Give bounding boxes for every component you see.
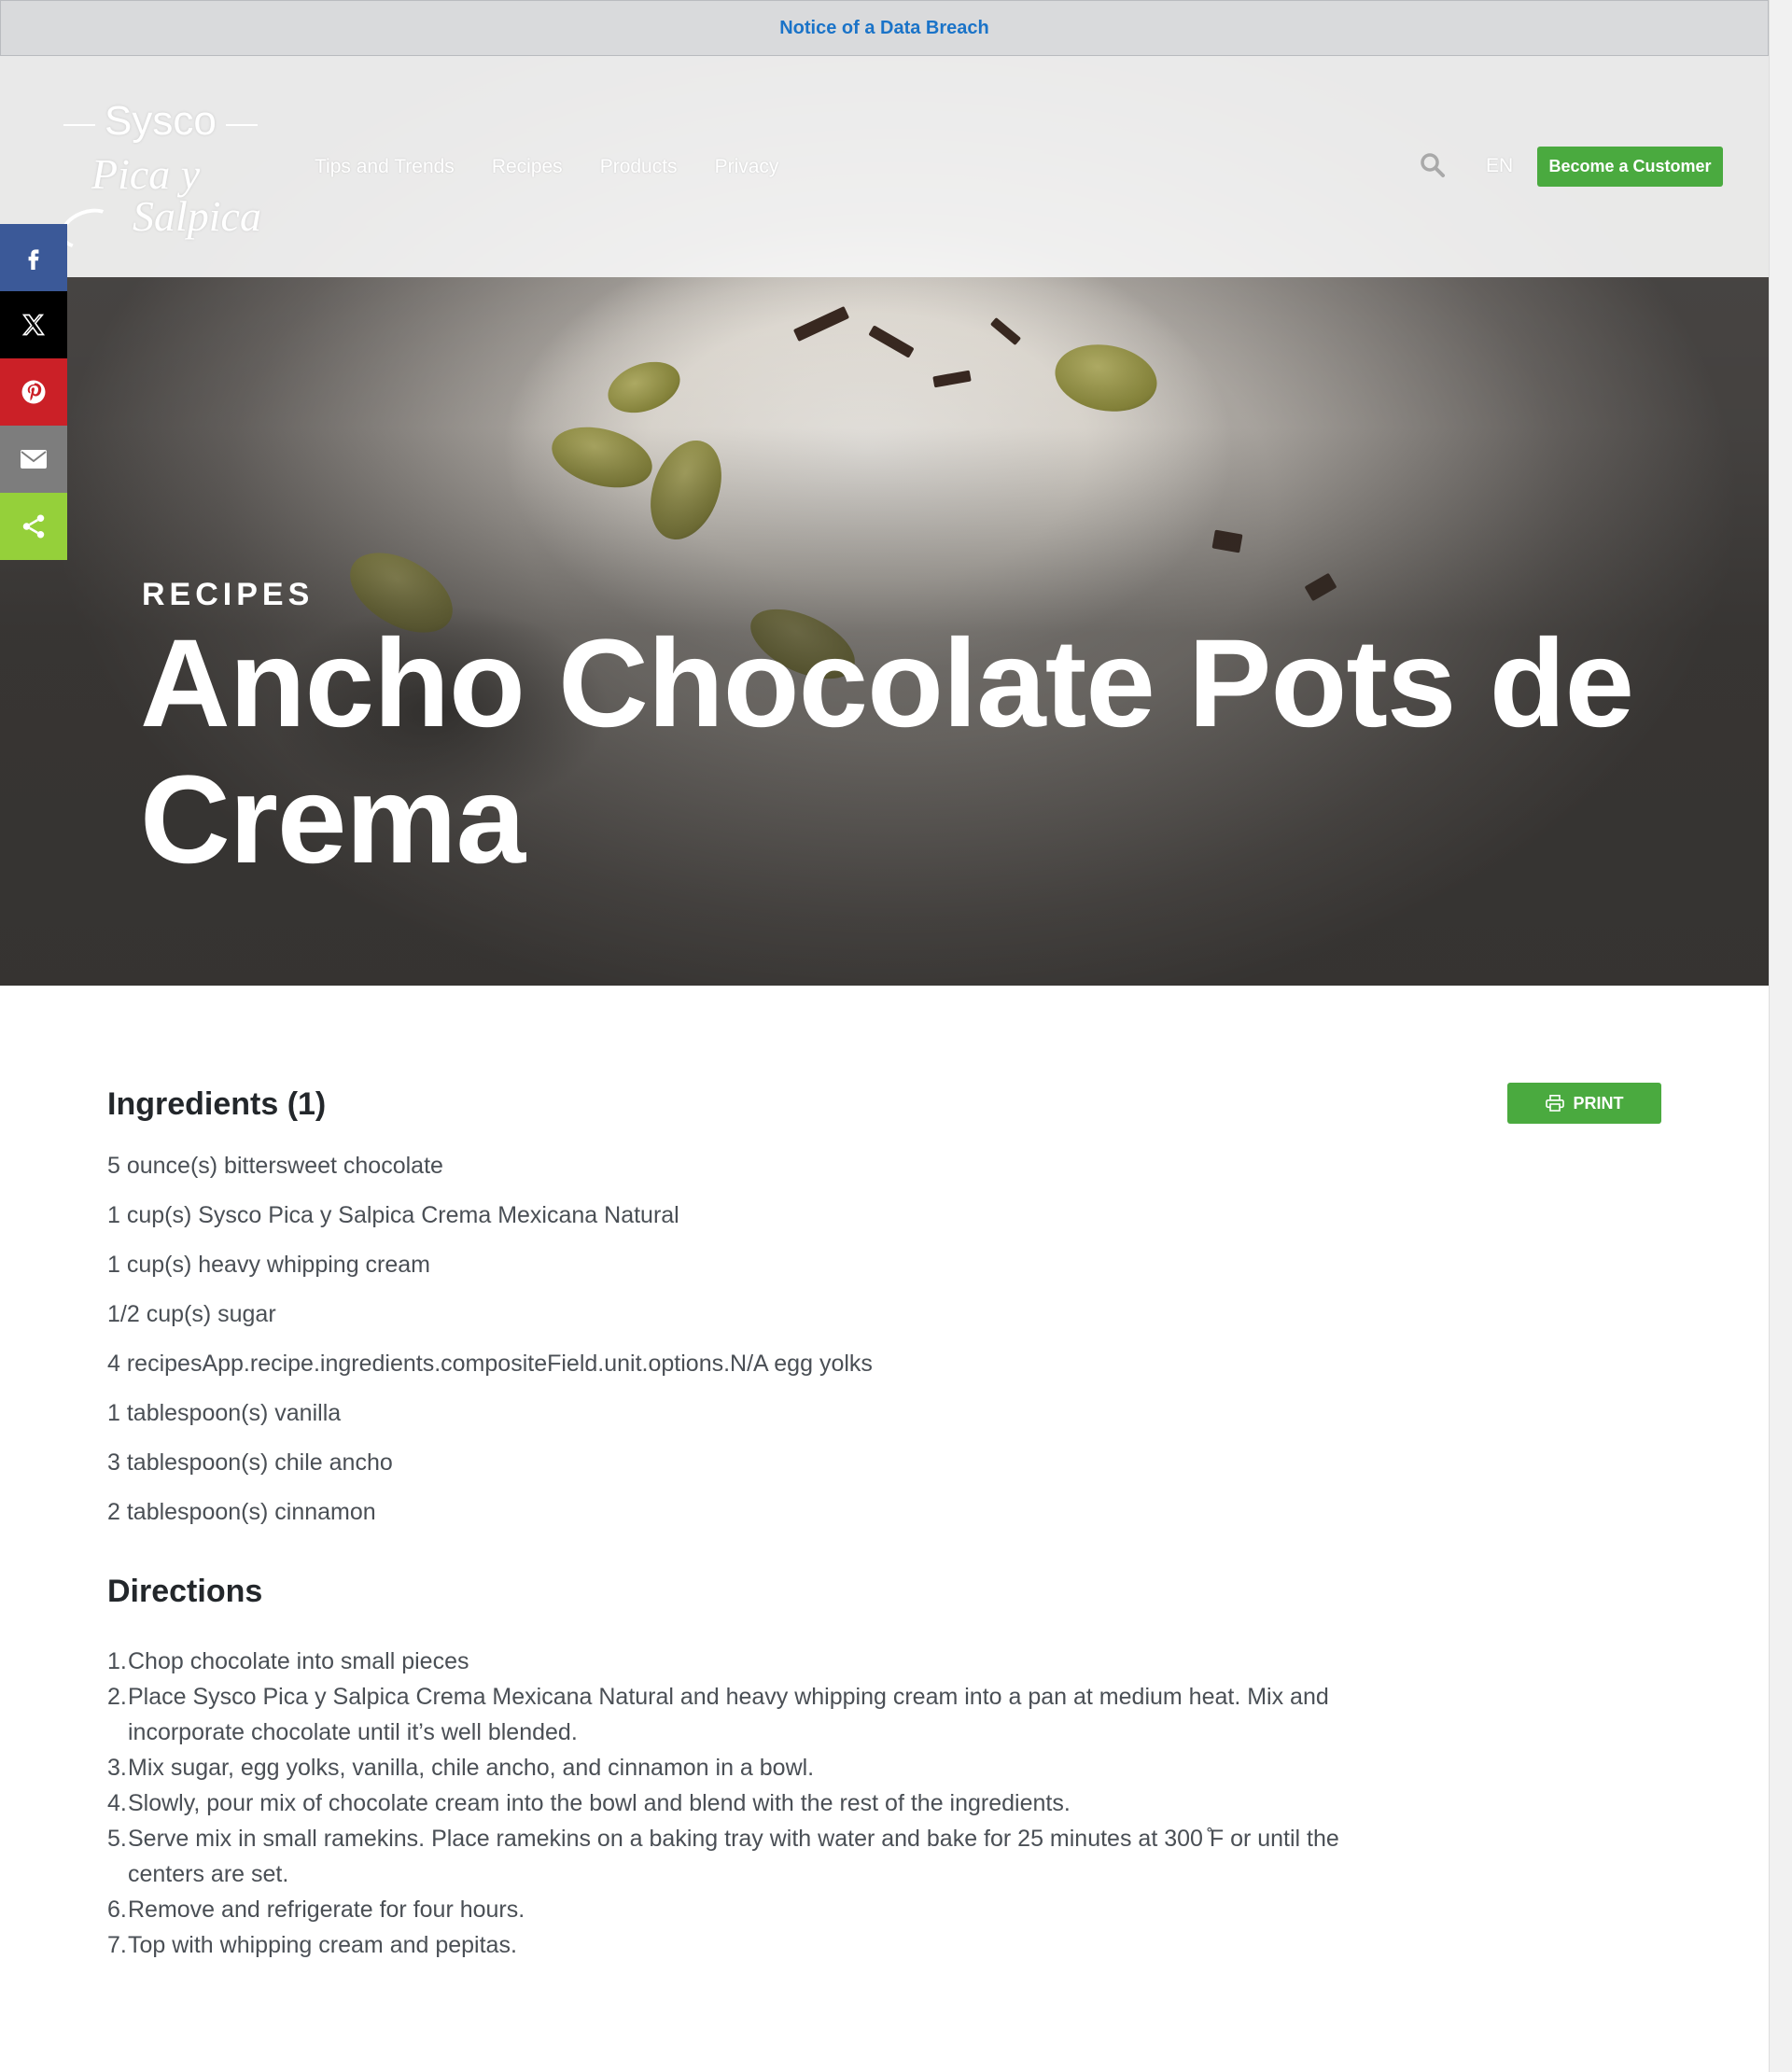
- pinterest-share-button[interactable]: [0, 358, 67, 426]
- list-item: 1/2 cup(s) sugar: [107, 1301, 276, 1327]
- x-icon: [21, 314, 46, 336]
- pinterest-icon: [21, 380, 46, 404]
- step-text: Chop chocolate into small pieces: [128, 1648, 469, 1674]
- language-selector[interactable]: EN: [1486, 155, 1513, 177]
- main-nav: Tips and Trends Recipes Products Privacy: [315, 156, 778, 178]
- list-item: 3 tablespoon(s) chile ancho: [107, 1449, 393, 1476]
- nav-item-tips-and-trends[interactable]: Tips and Trends: [315, 156, 455, 178]
- notice-bar: Notice of a Data Breach: [0, 0, 1769, 56]
- step-text: Mix sugar, egg yolks, vanilla, chile anc…: [128, 1755, 815, 1781]
- nav-item-products[interactable]: Products: [600, 156, 678, 178]
- share-icon: [22, 514, 45, 539]
- list-item: 5. Serve mix in small ramekins. Place ram…: [107, 1821, 1395, 1892]
- sysco-pica-y-salpica-logo[interactable]: Sysco Pica y Salpica: [54, 98, 273, 257]
- list-item: 1 cup(s) Sysco Pica y Salpica Crema Mexi…: [107, 1202, 679, 1228]
- step-text: Place Sysco Pica y Salpica Crema Mexican…: [128, 1684, 1329, 1745]
- step-text: Remove and refrigerate for four hours.: [128, 1897, 525, 1923]
- directions-heading: Directions: [107, 1574, 263, 1609]
- list-item: 1 tablespoon(s) vanilla: [107, 1400, 342, 1426]
- more-share-button[interactable]: [0, 493, 67, 560]
- list-item: 5 ounce(s) bittersweet chocolate: [107, 1153, 443, 1179]
- email-share-button[interactable]: [0, 426, 67, 493]
- ingredients-heading: Ingredients (1): [107, 1086, 327, 1122]
- list-item: 4. Slowly, pour mix of chocolate cream in…: [107, 1785, 1395, 1821]
- list-item: 6. Remove and refrigerate for four hours.: [107, 1892, 1395, 1927]
- data-breach-notice-link[interactable]: Notice of a Data Breach: [779, 18, 989, 39]
- list-item: 2 tablespoon(s) cinnamon: [107, 1499, 376, 1525]
- ingredients-list: 5 ounce(s) bittersweet chocolate 1 cup(s…: [107, 1152, 873, 1547]
- print-button[interactable]: PRINT: [1507, 1083, 1661, 1124]
- nav-item-recipes[interactable]: Recipes: [492, 156, 563, 178]
- step-text: Serve mix in small ramekins. Place ramek…: [128, 1826, 1339, 1887]
- site-header: Sysco Pica y Salpica Tips and Trends Rec…: [0, 56, 1769, 277]
- logo-text-sysco: Sysco: [105, 98, 217, 144]
- list-item: 1 cup(s) heavy whipping cream: [107, 1252, 430, 1278]
- become-a-customer-button[interactable]: Become a Customer: [1537, 147, 1723, 187]
- list-item: 3. Mix sugar, egg yolks, vanilla, chile a…: [107, 1750, 1395, 1785]
- social-share-rail: [0, 224, 67, 560]
- list-item: 2. Place Sysco Pica y Salpica Crema Mexic…: [107, 1679, 1395, 1750]
- x-share-button[interactable]: [0, 291, 67, 358]
- hero-eyebrow: RECIPES: [142, 577, 315, 612]
- print-label: PRINT: [1573, 1093, 1624, 1113]
- step-text: Slowly, pour mix of chocolate cream into…: [128, 1790, 1071, 1816]
- step-text: Top with whipping cream and pepitas.: [128, 1932, 517, 1958]
- printer-icon: [1545, 1095, 1564, 1112]
- directions-list: 1. Chop chocolate into small pieces 2. Pla…: [107, 1644, 1395, 1963]
- logo-text-salpica: Salpica: [133, 192, 261, 240]
- list-item: 4 recipesApp.recipe.ingredients.composit…: [107, 1351, 873, 1377]
- facebook-icon: [28, 249, 39, 270]
- email-icon: [21, 450, 47, 469]
- facebook-share-button[interactable]: [0, 224, 67, 291]
- list-item: 1. Chop chocolate into small pieces: [107, 1644, 1395, 1679]
- search-icon[interactable]: [1419, 151, 1447, 179]
- list-item: 7. Top with whipping cream and pepitas.: [107, 1927, 1395, 1963]
- page-scrollbar[interactable]: [1769, 0, 1792, 2072]
- page-title: Ancho Chocolate Pots de Crema: [140, 614, 1634, 889]
- nav-item-privacy[interactable]: Privacy: [715, 156, 779, 178]
